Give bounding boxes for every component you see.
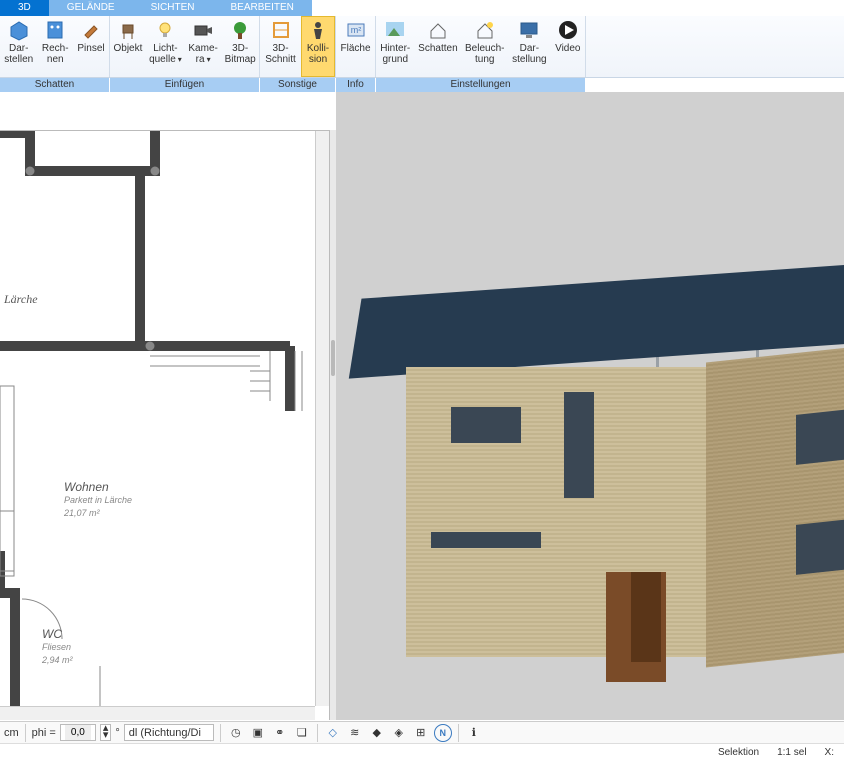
darstellen-button[interactable]: Dar- stellen bbox=[0, 16, 37, 77]
scrollbar-vertical[interactable] bbox=[315, 131, 329, 706]
deg-label: ° bbox=[115, 727, 119, 739]
unit-label: cm bbox=[4, 727, 19, 739]
tab-3d[interactable]: 3D bbox=[0, 0, 49, 16]
ribbon-group-labels: Schatten Einfügen Sonstige Info Einstell… bbox=[0, 78, 844, 92]
phi-label: phi = bbox=[32, 727, 56, 739]
lichtquelle-button[interactable]: Licht- quelle bbox=[146, 16, 185, 77]
tab-gelaende[interactable]: GELÄNDE bbox=[49, 0, 133, 16]
main-workspace: Lärche Wohnen Parkett in Lärche 21,07 m²… bbox=[0, 92, 844, 721]
svg-text:m²: m² bbox=[350, 25, 361, 35]
camera-icon bbox=[192, 19, 214, 41]
bulb-icon bbox=[154, 19, 176, 41]
play-icon bbox=[557, 19, 579, 41]
grid-icon[interactable]: ⊞ bbox=[412, 724, 430, 742]
monitor-icon bbox=[518, 19, 540, 41]
ribbon: Dar- stellen Rech- nen Pinsel Objekt Lic… bbox=[0, 16, 844, 78]
status-bar: Selektion 1:1 sel X: bbox=[0, 743, 844, 761]
flaeche-button[interactable]: m²Fläche bbox=[336, 16, 375, 77]
kollision-button[interactable]: Kolli- sion bbox=[301, 16, 335, 77]
selection-label: Selektion bbox=[718, 747, 759, 758]
darstellung-button[interactable]: Dar- stellung bbox=[508, 16, 550, 77]
bitmap-button[interactable]: 3D- Bitmap bbox=[221, 16, 259, 77]
area-icon: m² bbox=[345, 19, 367, 41]
kamera-button[interactable]: Kame- ra bbox=[185, 16, 221, 77]
schnitt-button[interactable]: 3D- Schnitt bbox=[260, 16, 301, 77]
dl-field[interactable]: dl (Richtung/Di bbox=[124, 724, 214, 741]
beleuchtung-button[interactable]: Beleuch- tung bbox=[461, 16, 508, 77]
plan-2d-view[interactable]: Lärche Wohnen Parkett in Lärche 21,07 m²… bbox=[0, 130, 330, 720]
landscape-icon bbox=[384, 19, 406, 41]
layer3-icon[interactable]: ◆ bbox=[368, 724, 386, 742]
tree-icon bbox=[229, 19, 251, 41]
layer2-icon[interactable]: ≋ bbox=[346, 724, 364, 742]
phi-input[interactable] bbox=[65, 725, 91, 740]
person-icon bbox=[307, 19, 329, 41]
video-button[interactable]: Video bbox=[551, 16, 585, 77]
info-icon[interactable]: ℹ bbox=[465, 724, 483, 742]
x-label: X: bbox=[825, 747, 834, 758]
screen-icon[interactable]: ▣ bbox=[249, 724, 267, 742]
room-label: WC Fliesen 2,94 m² bbox=[42, 628, 73, 667]
scale-label: 1:1 sel bbox=[777, 747, 806, 758]
layer4-icon[interactable]: ◈ bbox=[390, 724, 408, 742]
pinsel-button[interactable]: Pinsel bbox=[73, 16, 109, 77]
clock-icon[interactable]: ◷ bbox=[227, 724, 245, 742]
house-light-icon bbox=[474, 19, 496, 41]
chair-icon bbox=[117, 19, 139, 41]
phi-input-wrap bbox=[60, 724, 96, 741]
rechnen-button[interactable]: Rech- nen bbox=[37, 16, 73, 77]
hintergrund-button[interactable]: Hinter- grund bbox=[376, 16, 414, 77]
brush-icon bbox=[80, 19, 102, 41]
section-icon bbox=[270, 19, 292, 41]
input-bar: cm phi = ▴▾ ° dl (Richtung/Di ◷ ▣ ⚭ ❏ ◇ … bbox=[0, 721, 844, 743]
snap-icon[interactable]: ◇ bbox=[324, 724, 342, 742]
cube-icon bbox=[8, 19, 30, 41]
objekt-button[interactable]: Objekt bbox=[110, 16, 146, 77]
house-shadow-icon bbox=[427, 19, 449, 41]
view-3d[interactable] bbox=[336, 92, 844, 720]
room-label: Lärche bbox=[4, 293, 38, 306]
layers-icon[interactable]: ❏ bbox=[293, 724, 311, 742]
calc-icon bbox=[44, 19, 66, 41]
schatten-button[interactable]: Schatten bbox=[414, 16, 461, 77]
n-icon[interactable]: N bbox=[434, 724, 452, 742]
scrollbar-horizontal[interactable] bbox=[0, 706, 315, 720]
phi-stepper[interactable]: ▴▾ bbox=[100, 724, 112, 741]
tab-sichten[interactable]: SICHTEN bbox=[133, 0, 213, 16]
main-tabs: 3D GELÄNDE SICHTEN BEARBEITEN bbox=[0, 0, 844, 16]
link-icon[interactable]: ⚭ bbox=[271, 724, 289, 742]
room-label: Wohnen Parkett in Lärche 21,07 m² bbox=[64, 481, 132, 520]
tab-bearbeiten[interactable]: BEARBEITEN bbox=[213, 0, 312, 16]
